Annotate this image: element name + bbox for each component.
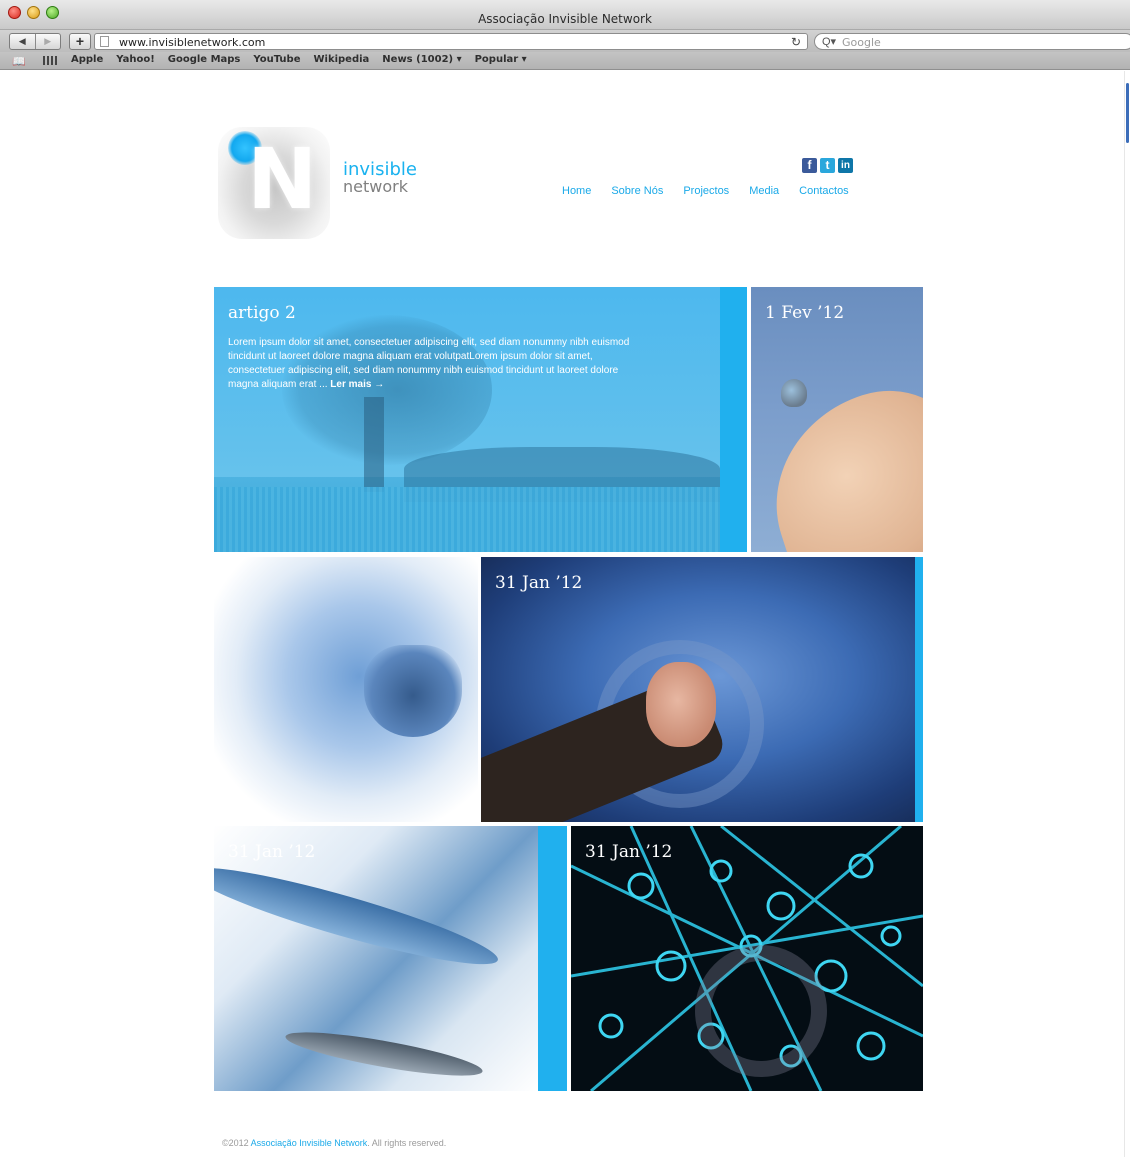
twitter-icon[interactable]: t bbox=[820, 158, 835, 173]
back-button[interactable]: ◀ bbox=[10, 34, 36, 49]
bookmark-yahoo[interactable]: Yahoo! bbox=[116, 54, 155, 65]
article-date: 31 Jan ’12 bbox=[495, 573, 583, 593]
featured-article-title[interactable]: artigo 2 bbox=[228, 303, 296, 323]
window-titlebar: Associação Invisible Network bbox=[0, 0, 1130, 30]
reading-list-icon[interactable]: 📖 bbox=[12, 55, 26, 68]
bookmark-youtube[interactable]: YouTube bbox=[253, 54, 300, 65]
network-graphic bbox=[571, 826, 923, 1091]
article-tile-cutlery[interactable]: 31 Jan ’12 bbox=[214, 826, 538, 1091]
hand-photo bbox=[751, 370, 923, 552]
logo-text-network: network bbox=[343, 177, 408, 196]
linkedin-icon[interactable]: in bbox=[838, 158, 853, 173]
tree-photo-field bbox=[214, 487, 720, 552]
fork-photo bbox=[283, 1023, 485, 1085]
nav-home[interactable]: Home bbox=[562, 185, 591, 197]
page-icon bbox=[100, 36, 109, 47]
nav-media[interactable]: Media bbox=[749, 185, 779, 197]
logo-letter: N bbox=[247, 130, 318, 228]
scrollbar-thumb[interactable] bbox=[1126, 83, 1129, 143]
url-text[interactable]: www.invisiblenetwork.com bbox=[119, 36, 265, 49]
bookmark-apple[interactable]: Apple bbox=[71, 54, 103, 65]
window-title: Associação Invisible Network bbox=[478, 12, 652, 26]
facebook-icon[interactable]: f bbox=[802, 158, 817, 173]
bookmarks-bar: 📖 Apple Yahoo! Google Maps YouTube Wikip… bbox=[0, 52, 1130, 70]
article-date: 31 Jan ’12 bbox=[585, 842, 673, 862]
main-navigation: Home Sobre Nós Projectos Media Contactos bbox=[562, 185, 849, 197]
history-buttons: ◀ ▶ bbox=[9, 33, 61, 50]
bookmark-popular[interactable]: Popular ▾ bbox=[475, 54, 527, 65]
footer-prefix: ©2012 bbox=[222, 1138, 251, 1148]
bookmark-wikipedia[interactable]: Wikipedia bbox=[313, 54, 369, 65]
butterfly-photo bbox=[781, 379, 807, 407]
article-tile-network[interactable]: 31 Jan ’12 bbox=[571, 826, 923, 1091]
nav-contactos[interactable]: Contactos bbox=[799, 185, 849, 197]
tree-photo-trunk bbox=[364, 397, 384, 492]
social-links: f t in bbox=[802, 158, 853, 173]
article-tile-pointing[interactable]: 31 Jan ’12 bbox=[481, 557, 915, 822]
pointing-hand-photo bbox=[646, 662, 716, 747]
search-placeholder: Google bbox=[842, 36, 881, 49]
nav-sobre-nos[interactable]: Sobre Nós bbox=[611, 185, 663, 197]
article-tile-butterfly[interactable]: 1 Fev ’12 bbox=[751, 287, 923, 552]
accent-bar bbox=[538, 826, 567, 1091]
hand-on-glass-photo bbox=[364, 645, 462, 737]
forward-button[interactable]: ▶ bbox=[36, 34, 61, 49]
search-field[interactable]: Q▾ Google bbox=[814, 33, 1130, 50]
nav-projectos[interactable]: Projectos bbox=[683, 185, 729, 197]
page-scrollbar[interactable] bbox=[1124, 71, 1130, 1157]
bookmark-news[interactable]: News (1002) ▾ bbox=[382, 54, 461, 65]
reload-icon[interactable]: ↻ bbox=[791, 35, 801, 49]
featured-article-body: Lorem ipsum dolor sit amet, consectetuer… bbox=[228, 337, 630, 390]
knife-photo bbox=[214, 852, 504, 980]
browser-toolbar: ◀ ▶ + www.invisiblenetwork.com ↻ Q▾ Goog… bbox=[0, 30, 1130, 52]
add-bookmark-button[interactable]: + bbox=[69, 33, 91, 50]
article-tile-glass-hand[interactable] bbox=[214, 557, 478, 822]
accent-bar bbox=[915, 557, 923, 822]
bookmark-google-maps[interactable]: Google Maps bbox=[168, 54, 241, 65]
article-date: 1 Fev ’12 bbox=[765, 303, 845, 323]
top-sites-icon[interactable] bbox=[43, 56, 57, 65]
address-bar[interactable]: www.invisiblenetwork.com ↻ bbox=[94, 33, 808, 50]
site-footer: ©2012 Associação Invisible Network. All … bbox=[222, 1138, 446, 1148]
article-date: 31 Jan ’12 bbox=[228, 842, 316, 862]
featured-article-excerpt: Lorem ipsum dolor sit amet, consectetuer… bbox=[228, 336, 648, 392]
accent-bar bbox=[720, 287, 747, 552]
search-icon[interactable]: Q▾ bbox=[822, 35, 836, 48]
site-logo[interactable]: N invisible network bbox=[214, 113, 424, 245]
footer-link[interactable]: Associação Invisible Network bbox=[251, 1138, 368, 1148]
footer-suffix: . All rights reserved. bbox=[367, 1138, 447, 1148]
featured-article-tile[interactable]: artigo 2 Lorem ipsum dolor sit amet, con… bbox=[214, 287, 720, 552]
read-more-link[interactable]: Ler mais → bbox=[330, 379, 384, 390]
